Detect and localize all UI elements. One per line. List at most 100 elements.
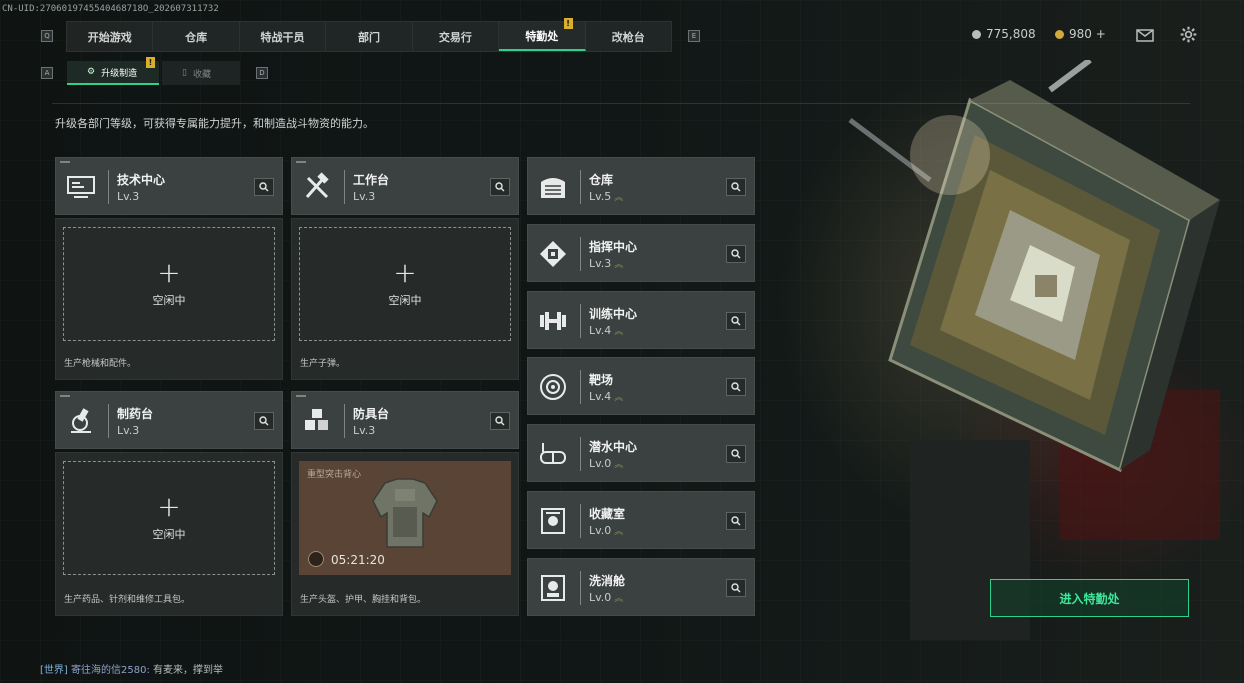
tab-label: 特战干员	[260, 30, 305, 44]
card-separator	[580, 237, 581, 271]
tab-gunsmith[interactable]: 改枪台	[586, 22, 671, 51]
facility-diving-center[interactable]: 潜水中心 Lv.0 ︽	[527, 424, 755, 482]
card-armor-bench-header[interactable]: 防具台 Lv.3	[291, 391, 519, 449]
plus-icon: +	[393, 256, 417, 289]
crafting-timer: 05:21:20	[331, 553, 385, 567]
timer-icon	[308, 551, 324, 567]
search-button[interactable]	[254, 178, 274, 196]
search-button[interactable]	[726, 445, 746, 463]
card-separator	[580, 170, 581, 204]
gold-coin-icon	[1055, 29, 1064, 39]
world-chat[interactable]: [世界] 寄往海的信2580: 有麦来，撑到举	[40, 661, 223, 676]
facility-level-text: Lv.0	[589, 591, 612, 604]
subtab-prev-key[interactable]: A	[41, 67, 53, 79]
nav-next-key[interactable]: E	[688, 30, 700, 42]
subtab-upgrade-craft[interactable]: ⚙ 升级制造 !	[67, 57, 159, 85]
facility-level: Lv.0 ︽	[589, 591, 623, 604]
tab-label: 仓库	[185, 30, 208, 44]
tab-departments[interactable]: 部门	[326, 22, 413, 51]
card-level: Lv.3	[117, 190, 140, 203]
tab-start-game[interactable]: 开始游戏	[67, 22, 154, 51]
facility-name: 仓库	[589, 173, 614, 187]
tactical-vest-image	[372, 478, 438, 548]
tab-operators[interactable]: 特战干员	[240, 22, 327, 51]
facility-name: 靶场	[589, 373, 614, 387]
search-button[interactable]	[726, 512, 746, 530]
card-separator	[580, 571, 581, 605]
search-button[interactable]	[490, 412, 510, 430]
facility-level: Lv.0 ︽	[589, 457, 623, 470]
gold-currency[interactable]: 980 +	[1055, 27, 1106, 41]
search-button[interactable]	[726, 178, 746, 196]
search-button[interactable]	[726, 245, 746, 263]
idle-slot[interactable]: + 空闲中	[299, 227, 511, 341]
idle-label: 空闲中	[388, 294, 422, 307]
tab-special-ops[interactable]: 特勤处!	[499, 18, 586, 51]
upgrade-arrow-icon: ︽	[614, 193, 624, 203]
card-note: 生产头盔、护甲、胸挂和背包。	[300, 595, 427, 605]
search-button[interactable]	[726, 312, 746, 330]
nav-prev-key[interactable]: Q	[41, 30, 53, 42]
search-button[interactable]	[490, 178, 510, 196]
tab-label: 交易行	[438, 30, 472, 44]
card-pharmacy-header[interactable]: 制药台 Lv.3	[55, 391, 283, 449]
search-button[interactable]	[726, 579, 746, 597]
top-nav: 开始游戏 仓库 特战干员 部门 交易行 特勤处! 改枪台	[66, 18, 672, 52]
card-note: 生产药品、针剂和维修工具包。	[64, 595, 191, 605]
facility-level-text: Lv.0	[589, 524, 612, 537]
tab-warehouse[interactable]: 仓库	[153, 22, 240, 51]
search-icon	[731, 249, 741, 259]
card-separator	[580, 370, 581, 404]
gear-icon[interactable]	[1180, 26, 1197, 43]
collection-icon: ▯	[182, 68, 187, 78]
search-button[interactable]	[726, 378, 746, 396]
subtab-collection[interactable]: ▯ 收藏	[162, 61, 240, 85]
card-separator	[580, 504, 581, 538]
card-notch	[60, 161, 70, 163]
upgrade-icon: ⚙	[87, 67, 96, 77]
facility-collection-room[interactable]: 收藏室 Lv.0 ︽	[527, 491, 755, 549]
facility-name: 洗消舱	[589, 574, 626, 588]
search-icon	[731, 516, 741, 526]
upgrade-arrow-icon: ︽	[614, 594, 624, 604]
facility-shooting-range[interactable]: 靶场 Lv.4 ︽	[527, 357, 755, 415]
search-icon	[731, 449, 741, 459]
card-title: 防具台	[353, 407, 390, 421]
upgrade-arrow-icon: ︽	[614, 527, 624, 537]
search-icon	[731, 182, 741, 192]
upgrade-arrow-icon: ︽	[614, 460, 624, 470]
search-icon	[731, 316, 741, 326]
card-separator	[580, 437, 581, 471]
facility-decontamination[interactable]: 洗消舱 Lv.0 ︽	[527, 558, 755, 616]
card-tech-center-body: + 空闲中 生产枪械和配件。	[55, 218, 283, 380]
tab-label: 部门	[357, 30, 380, 44]
idle-slot[interactable]: + 空闲中	[63, 227, 275, 341]
card-tech-center-header[interactable]: 技术中心 Lv.3	[55, 157, 283, 215]
idle-slot[interactable]: + 空闲中	[63, 461, 275, 575]
search-icon	[259, 182, 269, 192]
card-armor-bench-body: 重型突击背心 05:21:20 生产头盔、护甲、胸挂和背包。	[291, 452, 519, 616]
crafting-slot[interactable]: 重型突击背心 05:21:20	[299, 461, 511, 575]
chat-message: 有麦来，撑到举	[153, 665, 224, 676]
card-level: Lv.3	[353, 424, 376, 437]
idle-label: 空闲中	[152, 528, 186, 541]
facility-training-center[interactable]: 训练中心 Lv.4 ︽	[527, 291, 755, 349]
silver-amount: 775,808	[986, 27, 1036, 41]
tab-label: 特勤处	[525, 29, 559, 43]
special-ops-scene-illustration	[848, 60, 1220, 640]
card-separator	[344, 404, 345, 438]
card-separator	[108, 170, 109, 204]
card-workbench-header[interactable]: 工作台 Lv.3	[291, 157, 519, 215]
facility-level: Lv.0 ︽	[589, 524, 623, 537]
page-description: 升级各部门等级，可获得专属能力提升，和制造战斗物资的能力。	[55, 117, 374, 130]
notification-badge: !	[563, 18, 573, 29]
subtab-next-key[interactable]: D	[256, 67, 268, 79]
mail-icon[interactable]	[1136, 29, 1154, 42]
card-pharmacy-body: + 空闲中 生产药品、针剂和维修工具包。	[55, 452, 283, 616]
chat-channel: [世界]	[40, 665, 68, 676]
facility-command-center[interactable]: 指挥中心 Lv.3 ︽	[527, 224, 755, 282]
facility-warehouse[interactable]: 仓库 Lv.5 ︽	[527, 157, 755, 215]
search-button[interactable]	[254, 412, 274, 430]
tab-trading[interactable]: 交易行	[413, 22, 500, 51]
enter-special-ops-button[interactable]: 进入特勤处	[990, 579, 1189, 617]
